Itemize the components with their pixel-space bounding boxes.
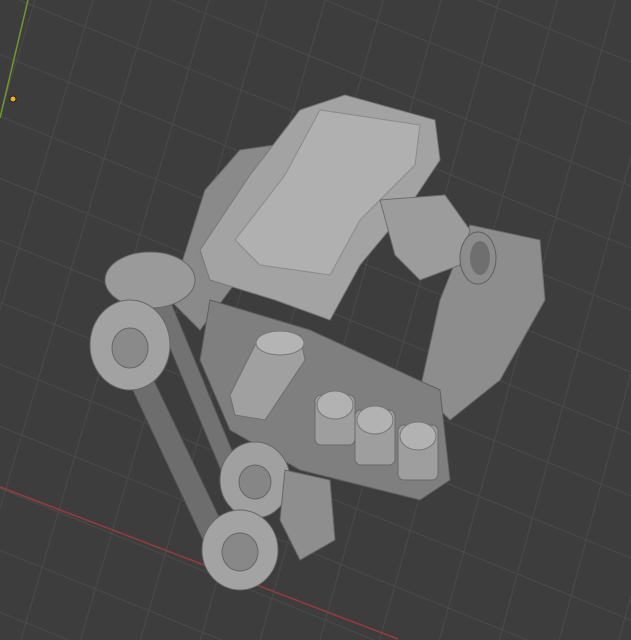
lower-pulley — [201, 509, 279, 591]
throttle-bore — [470, 241, 490, 275]
coolant-pipe-end — [255, 330, 305, 356]
grid-line — [0, 0, 152, 509]
grid-line — [0, 611, 69, 640]
accessory-bracket — [279, 469, 336, 561]
engine-model[interactable] — [89, 94, 546, 591]
viewport-canvas[interactable] — [0, 0, 631, 640]
origin-point — [9, 95, 17, 103]
grid-line — [498, 156, 631, 640]
grid-line — [558, 373, 631, 640]
grid-line — [0, 0, 94, 311]
3d-viewport[interactable] — [0, 0, 631, 640]
grid-line — [259, 0, 442, 640]
grid-line — [618, 594, 631, 640]
middle-pulley — [219, 441, 291, 519]
grid-line — [0, 549, 222, 640]
